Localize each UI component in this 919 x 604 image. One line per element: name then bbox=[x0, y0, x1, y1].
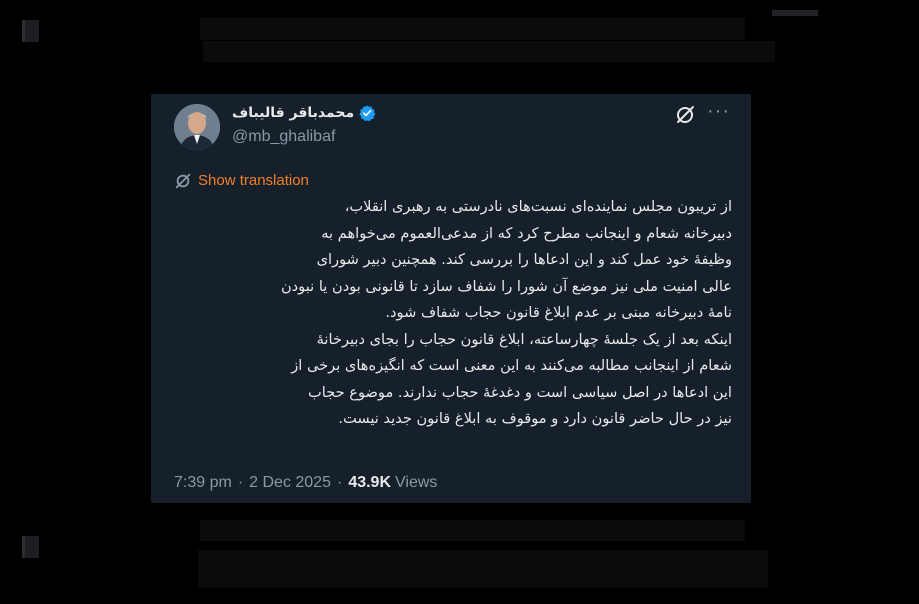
show-translation-row[interactable]: Show translation bbox=[174, 170, 309, 192]
redacted-bar-bottom-2 bbox=[198, 550, 768, 588]
show-translation-link[interactable]: Show translation bbox=[198, 170, 309, 192]
tweet-line: این ادعاها در اصل سیاسی است و دغدغهٔ حجا… bbox=[308, 383, 732, 401]
tweet-line: عالی امنیت ملی نیز موضع آن شورا را شفاف … bbox=[280, 277, 732, 295]
tweet-card: محمدباقر قالیباف @mb_ghalibaf ··· Show t… bbox=[151, 94, 751, 503]
tweet-line: شعام از اینجانب مطالبه می‌کنند به این مع… bbox=[291, 357, 732, 374]
redacted-bar-top-3 bbox=[772, 10, 818, 16]
display-name[interactable]: محمدباقر قالیباف bbox=[232, 102, 354, 124]
avatar[interactable] bbox=[174, 104, 220, 150]
views-count[interactable]: 43.9K bbox=[348, 474, 391, 492]
meta-separator: · bbox=[336, 474, 343, 491]
redacted-avatar-top bbox=[22, 20, 39, 42]
redacted-bar-top-2 bbox=[203, 41, 775, 62]
tweet-meta: 7:39 pm · 2 Dec 2025 · 43.9K Views bbox=[174, 472, 437, 494]
tweet-date[interactable]: 2 Dec 2025 bbox=[249, 474, 331, 492]
user-name-row[interactable]: محمدباقر قالیباف bbox=[232, 102, 376, 124]
translate-icon bbox=[175, 173, 191, 189]
tweet-line: نیز در حال حاضر قانون دارد و موقوف به اب… bbox=[338, 410, 732, 427]
grok-icon[interactable] bbox=[674, 104, 696, 126]
tweet-line: دبیرخانه شعام و اینجانب مطرح کرد که از م… bbox=[321, 224, 732, 242]
tweet-line: وظیفهٔ خود عمل کند و این ادعاها را بررسی… bbox=[316, 251, 732, 268]
tweet-text: از تریبون مجلس نماینده‌ای نسبت‌های نادرس… bbox=[174, 194, 732, 433]
tweet-line: نامهٔ دبیرخانه مبنی بر عدم ابلاغ قانون ح… bbox=[385, 304, 732, 321]
redacted-bar-top-1 bbox=[200, 18, 745, 40]
screenshot-stage: محمدباقر قالیباف @mb_ghalibaf ··· Show t… bbox=[0, 0, 919, 604]
redacted-bar-bottom-1 bbox=[200, 520, 745, 541]
tweet-time[interactable]: 7:39 pm bbox=[174, 474, 232, 492]
more-options-icon[interactable]: ··· bbox=[707, 101, 729, 126]
redacted-avatar-bottom bbox=[22, 536, 39, 558]
meta-separator: · bbox=[237, 474, 244, 491]
user-handle[interactable]: @mb_ghalibaf bbox=[232, 126, 335, 148]
views-label: Views bbox=[395, 474, 438, 491]
tweet-line: اینکه بعد از یک جلسهٔ چهارساعته، ابلاغ ق… bbox=[316, 330, 732, 348]
verified-badge-icon bbox=[359, 105, 376, 122]
tweet-line: از تریبون مجلس نماینده‌ای نسبت‌های نادرس… bbox=[344, 198, 732, 215]
